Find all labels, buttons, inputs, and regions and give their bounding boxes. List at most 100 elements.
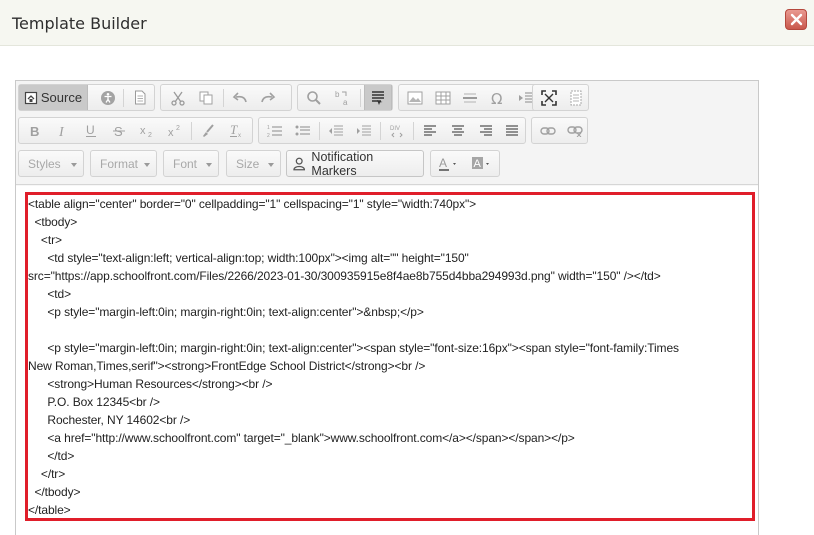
accessibility-button[interactable] [95, 85, 121, 110]
source-label: Source [40, 90, 83, 105]
create-div-button[interactable]: DIV [384, 118, 410, 143]
text-color-button[interactable]: A [434, 151, 464, 176]
close-button[interactable] [785, 9, 807, 30]
templates-button[interactable] [127, 85, 153, 110]
align-left-icon [424, 124, 436, 136]
indent-icon [357, 124, 371, 136]
underline-button[interactable]: U [78, 118, 104, 143]
dialog-header: Template Builder [0, 0, 814, 46]
source-code-line: <td> [28, 287, 72, 301]
background-color-icon: A [472, 156, 489, 170]
chevron-down-icon [268, 163, 274, 167]
decrease-indent-button[interactable] [323, 118, 349, 143]
justify-icon [506, 124, 518, 136]
align-right-button[interactable] [473, 118, 499, 143]
insert-group: Ω [398, 84, 546, 111]
image-button[interactable] [402, 85, 428, 110]
subscript-button[interactable]: x2 [134, 118, 160, 143]
align-left-button[interactable] [417, 118, 443, 143]
styles-combo[interactable]: Styles [18, 150, 84, 177]
bold-button[interactable]: B [22, 118, 48, 143]
editor-toolbar: Source b a Ω B I U S x 2 x 2 T x 1 2 DIV… [16, 81, 758, 185]
source-code-line: <tbody> [28, 215, 78, 229]
colors-group: A A [430, 150, 500, 177]
unlink-button[interactable] [562, 118, 587, 143]
format-combo[interactable]: Format [90, 150, 157, 177]
horizontal-line-button[interactable] [457, 85, 483, 110]
svg-text:2: 2 [176, 125, 180, 132]
align-center-icon [452, 124, 464, 136]
bold-icon: B [30, 124, 39, 138]
show-blocks-icon [570, 90, 581, 105]
basic-styles-group: B I U S x2 x2 Tx [18, 117, 253, 144]
superscript-button[interactable]: x2 [162, 118, 188, 143]
svg-text:2: 2 [148, 132, 152, 138]
redo-button[interactable] [255, 85, 281, 110]
bulleted-list-icon [295, 125, 310, 135]
unlink-icon [566, 125, 583, 137]
size-combo[interactable]: Size [226, 150, 281, 177]
bulleted-list-button[interactable] [290, 118, 316, 143]
justify-button[interactable] [499, 118, 525, 143]
div-container-icon: DIV [390, 126, 403, 137]
chevron-down-icon [144, 163, 150, 167]
svg-text:1: 1 [267, 125, 270, 131]
numbered-list-icon: 12 [267, 125, 282, 138]
chevron-down-icon [206, 163, 212, 167]
svg-text:DIV: DIV [390, 126, 400, 132]
cut-button[interactable] [165, 85, 191, 110]
increase-indent-button[interactable] [351, 118, 377, 143]
source-code-line: </tbody> [28, 485, 81, 499]
numbered-list-button[interactable]: 12 [262, 118, 288, 143]
source-code-line: </td> [28, 449, 75, 463]
svg-text:A: A [439, 156, 447, 170]
background-color-button[interactable]: A [467, 151, 497, 176]
close-icon [790, 13, 803, 26]
source-code-line: <tr> [28, 233, 62, 247]
replace-button[interactable]: b a [329, 85, 357, 110]
undo-button[interactable] [227, 85, 253, 110]
link-icon [539, 126, 556, 135]
special-char-button[interactable]: Ω [485, 85, 511, 110]
italic-button[interactable]: I [50, 118, 76, 143]
link-button[interactable] [535, 118, 560, 143]
strikethrough-button[interactable]: S [106, 118, 132, 143]
chevron-down-icon [71, 163, 77, 167]
font-combo[interactable]: Font [163, 150, 219, 177]
svg-text:Ω: Ω [491, 90, 502, 106]
redo-icon [261, 91, 276, 102]
svg-text:U: U [86, 123, 95, 137]
svg-text:T: T [230, 123, 238, 137]
tools-group [532, 84, 589, 111]
copy-button[interactable] [193, 85, 219, 110]
source-button[interactable]: Source [19, 85, 88, 110]
table-button[interactable] [430, 85, 456, 110]
show-blocks-button[interactable] [563, 85, 588, 110]
source-code-line: </table> [28, 503, 71, 517]
find-button[interactable] [301, 85, 327, 110]
select-all-button[interactable] [364, 85, 392, 110]
align-center-button[interactable] [445, 118, 471, 143]
person-icon [293, 157, 306, 170]
paintbrush-icon [203, 123, 214, 137]
source-icon [24, 91, 37, 104]
scissors-icon [171, 91, 185, 106]
editor: Source b a Ω B I U S x 2 x 2 T x 1 2 DIV… [15, 80, 759, 535]
maximize-button[interactable] [536, 85, 561, 110]
horizontal-line-icon [463, 92, 477, 103]
source-code-textarea[interactable]: <table align="center" border="0" cellpad… [25, 192, 755, 521]
copy-formatting-button[interactable] [195, 118, 221, 143]
notification-markers-button[interactable]: Notification Markers [286, 150, 424, 178]
source-editing-area[interactable]: <table align="center" border="0" cellpad… [16, 186, 758, 535]
source-code-line: <a href="http://www.schoolfront.com" tar… [28, 431, 575, 445]
search-icon [307, 90, 321, 105]
source-code-line: </tr> [28, 467, 66, 481]
replace-icon: b a [335, 90, 348, 107]
svg-text:a: a [343, 98, 348, 107]
source-code-line: <td style="text-align:left; vertical-ali… [28, 251, 469, 265]
undo-icon [232, 91, 247, 102]
accessibility-icon [101, 90, 115, 105]
remove-format-button[interactable]: Tx [223, 118, 249, 143]
editing-group: b a [297, 84, 393, 111]
source-code-line: <p style="margin-left:0in; margin-right:… [28, 305, 424, 319]
